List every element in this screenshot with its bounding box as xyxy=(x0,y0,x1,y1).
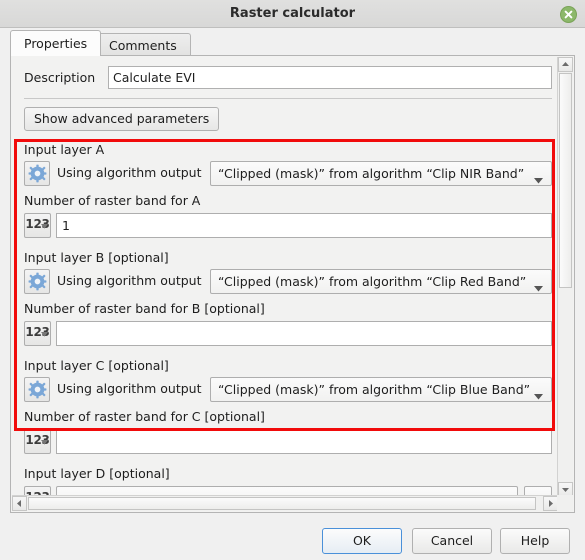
horizontal-scrollbar-thumb[interactable] xyxy=(28,497,536,510)
input-layer-a-combo[interactable]: “Clipped (mask)” from algorithm “Clip NI… xyxy=(210,161,552,186)
description-input[interactable] xyxy=(108,66,552,89)
using-algorithm-output-label-b: Using algorithm output xyxy=(57,273,202,288)
using-algorithm-output-label-a: Using algorithm output xyxy=(57,165,202,180)
chevron-down-icon xyxy=(534,280,543,295)
parameters-scroll-area: Description Show advanced parameters Inp… xyxy=(12,57,558,497)
input-layer-b-label: Input layer B [optional] xyxy=(24,250,169,265)
input-layer-b-section: Input layer B [optional] Using algorithm… xyxy=(24,250,552,358)
chevron-down-icon xyxy=(41,323,48,344)
caret-left-icon[interactable] xyxy=(12,496,27,511)
description-row: Description xyxy=(24,66,552,90)
band-c-input[interactable] xyxy=(56,429,552,454)
input-layer-c-combo[interactable]: “Clipped (mask)” from algorithm “Clip Bl… xyxy=(210,377,552,402)
input-layer-c-label: Input layer C [optional] xyxy=(24,358,169,373)
tab-comments[interactable]: Comments xyxy=(95,33,191,56)
raster-calculator-dialog: Raster calculator Properties Comments De… xyxy=(0,0,585,560)
scrollbar-corner xyxy=(557,495,573,511)
input-layer-b-combo[interactable]: “Clipped (mask)” from algorithm “Clip Re… xyxy=(210,269,552,294)
gear-icon[interactable] xyxy=(24,377,50,402)
gear-icon[interactable] xyxy=(24,161,50,186)
band-a-input[interactable] xyxy=(56,213,552,238)
gear-icon[interactable] xyxy=(24,269,50,294)
chevron-down-icon xyxy=(41,215,48,236)
description-label: Description xyxy=(24,70,96,85)
dialog-button-bar: OK Cancel Help xyxy=(0,515,585,560)
caret-right-icon[interactable] xyxy=(543,496,558,511)
chevron-down-icon xyxy=(534,172,543,187)
input-layer-a-section: Input layer A Using algorithm output “Cl… xyxy=(24,142,552,250)
help-button[interactable]: Help xyxy=(500,528,570,554)
input-layer-c-section: Input layer C [optional] Using algorithm… xyxy=(24,358,552,466)
tab-properties[interactable]: Properties xyxy=(10,30,102,56)
input-layer-b-combo-value: “Clipped (mask)” from algorithm “Clip Re… xyxy=(218,274,527,289)
ok-button[interactable]: OK xyxy=(322,528,402,554)
input-layer-c-combo-value: “Clipped (mask)” from algorithm “Clip Bl… xyxy=(218,382,531,397)
properties-panel: Description Show advanced parameters Inp… xyxy=(10,55,575,513)
chevron-down-icon xyxy=(534,388,543,403)
tab-bar: Properties Comments xyxy=(0,28,585,56)
cancel-button[interactable]: Cancel xyxy=(412,528,492,554)
input-layer-d-section: Input layer D [optional] 123 … xyxy=(24,466,552,497)
using-algorithm-output-label-c: Using algorithm output xyxy=(57,381,202,396)
title-bar: Raster calculator xyxy=(0,0,585,28)
form-divider xyxy=(24,98,552,99)
close-icon[interactable] xyxy=(560,6,577,23)
input-layer-a-combo-value: “Clipped (mask)” from algorithm “Clip NI… xyxy=(218,166,525,181)
show-advanced-parameters-button[interactable]: Show advanced parameters xyxy=(24,107,220,131)
chevron-down-icon xyxy=(41,431,48,452)
number-123-icon[interactable]: 123 xyxy=(24,213,51,238)
band-a-label: Number of raster band for A xyxy=(24,193,201,208)
band-b-label: Number of raster band for B [optional] xyxy=(24,301,265,316)
band-b-input[interactable] xyxy=(56,321,552,346)
number-123-icon[interactable]: 123 xyxy=(24,429,51,454)
vertical-scrollbar-thumb[interactable] xyxy=(559,73,572,288)
number-123-icon[interactable]: 123 xyxy=(24,321,51,346)
window-title: Raster calculator xyxy=(229,6,356,21)
vertical-scrollbar[interactable] xyxy=(557,57,573,497)
band-c-label: Number of raster band for C [optional] xyxy=(24,409,265,424)
input-layer-d-label: Input layer D [optional] xyxy=(24,466,170,481)
caret-up-icon[interactable] xyxy=(558,57,573,72)
input-layer-a-label: Input layer A xyxy=(24,142,105,157)
horizontal-scrollbar[interactable] xyxy=(12,495,558,511)
